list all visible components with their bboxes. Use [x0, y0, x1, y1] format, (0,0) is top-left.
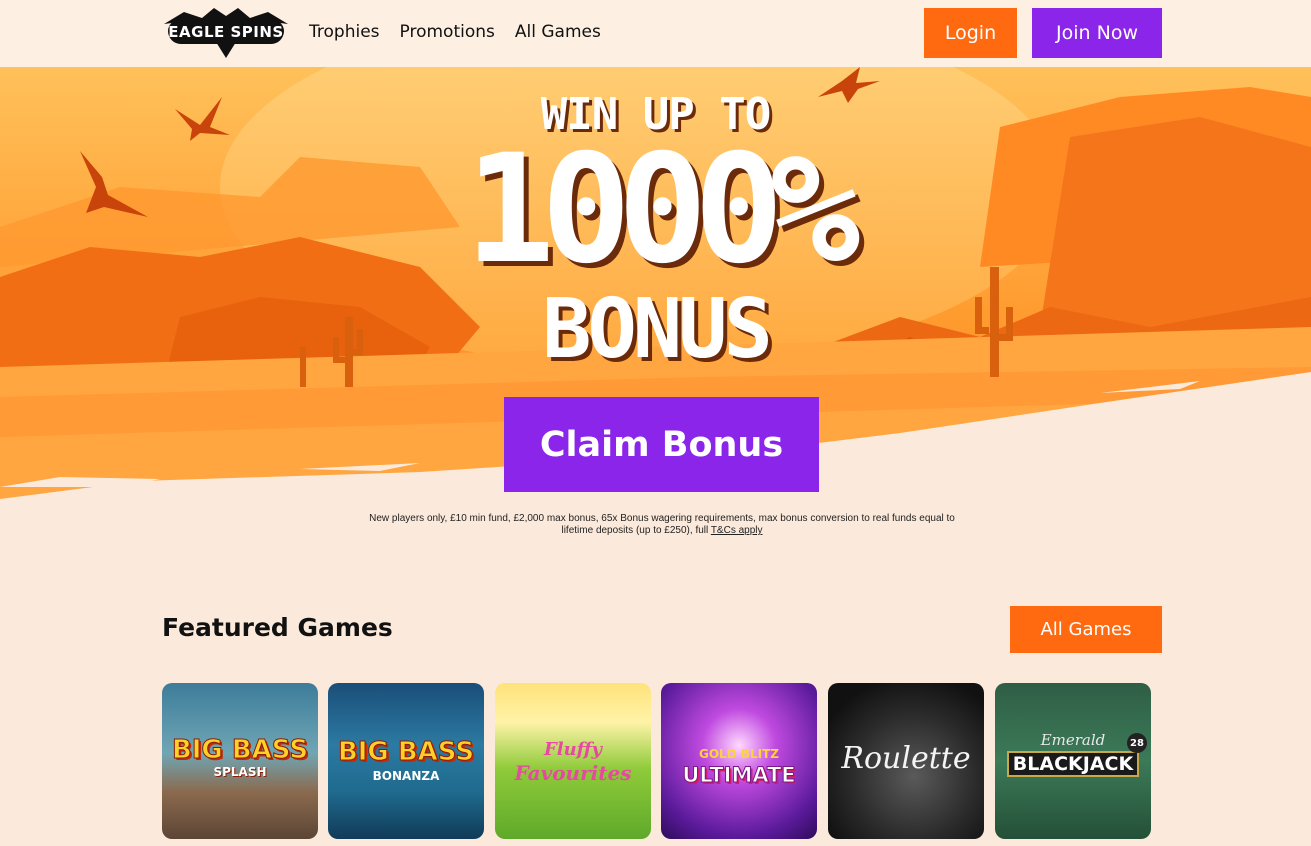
login-button[interactable]: Login: [924, 8, 1017, 58]
logo-text: EAGLE SPINS: [168, 20, 284, 44]
nav-promotions[interactable]: Promotions: [400, 22, 495, 42]
game-tile-roulette[interactable]: Roulette: [828, 683, 984, 839]
game-tile-big-bass-bonanza[interactable]: BIG BASS BONANZA: [328, 683, 484, 839]
join-now-button[interactable]: Join Now: [1032, 8, 1162, 58]
tcs-link[interactable]: T&Cs apply: [711, 525, 763, 536]
game-tile-big-bass-splash[interactable]: BIG BASS SPLASH: [162, 683, 318, 839]
game-title: Fluffy: [543, 739, 603, 760]
game-title: Roulette: [841, 741, 971, 776]
nav-trophies[interactable]: Trophies: [309, 22, 380, 42]
game-subtitle: Favourites: [514, 761, 632, 785]
game-title: BIG BASS: [337, 737, 475, 768]
nav-all-games[interactable]: All Games: [515, 22, 601, 42]
game-subtitle: BLACKJACK: [1007, 751, 1139, 777]
eagle-spins-logo[interactable]: EAGLE SPINS: [162, 6, 290, 60]
main-nav: Trophies Promotions All Games: [309, 22, 601, 42]
hero-banner: WIN UP TO 1000% BONUS Claim Bonus: [0, 67, 1311, 537]
game-badge: 28: [1127, 733, 1147, 753]
hero-line-percent: 1000%: [464, 123, 861, 297]
game-tile-gold-blitz-ultimate[interactable]: GOLD BLITZ ULTIMATE: [661, 683, 817, 839]
bonus-terms: New players only, £10 min fund, £2,000 m…: [362, 513, 962, 537]
game-subtitle: BONANZA: [372, 769, 440, 783]
terms-text: New players only, £10 min fund, £2,000 m…: [369, 513, 955, 536]
featured-games-title: Featured Games: [162, 613, 393, 642]
game-title: GOLD BLITZ: [699, 747, 779, 761]
game-title: BIG BASS: [171, 735, 309, 766]
game-tile-fluffy-favourites[interactable]: Fluffy Favourites: [495, 683, 651, 839]
site-header: EAGLE SPINS Trophies Promotions All Game…: [0, 0, 1311, 67]
game-tile-emerald-blackjack[interactable]: Emerald BLACKJACK 28: [995, 683, 1151, 839]
all-games-button[interactable]: All Games: [1010, 606, 1162, 653]
claim-bonus-button[interactable]: Claim Bonus: [504, 397, 819, 492]
game-subtitle: ULTIMATE: [682, 763, 796, 788]
hero-line-bonus: BONUS: [542, 282, 773, 377]
game-subtitle: SPLASH: [213, 765, 267, 779]
